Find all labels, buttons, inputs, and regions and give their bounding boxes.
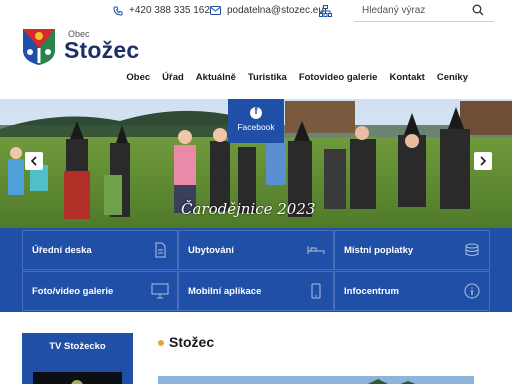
tv-thumbnail[interactable]	[33, 372, 122, 384]
site-name[interactable]: Stožec	[64, 37, 139, 64]
hero-caption: Čarodějnice 2023	[181, 200, 316, 218]
tile-mistni-poplatky[interactable]: Místní poplatky	[334, 230, 490, 270]
monitor-icon	[151, 283, 169, 299]
email-address: podatelna@stozec.eu	[227, 5, 324, 16]
tile-label: Foto/video galerie	[32, 285, 114, 297]
tile-label: Místní poplatky	[344, 244, 414, 256]
tile-infocentrum[interactable]: Infocentrum	[334, 271, 490, 311]
facebook-label: Facebook	[237, 122, 275, 132]
tile-foto-video-galerie[interactable]: Foto/video galerie	[22, 271, 178, 311]
phone-number: +420 388 335 162	[129, 5, 210, 16]
tile-ubytovani[interactable]: Ubytování	[178, 230, 334, 270]
top-bar: +420 388 335 162 podatelna@stozec.eu	[0, 0, 512, 22]
nav-item-fotovideo-galerie[interactable]: Fotovideo galerie	[293, 72, 384, 83]
tv-title: TV Stožecko	[49, 341, 106, 352]
coins-icon	[465, 243, 479, 256]
tile-label: Mobilní aplikace	[188, 285, 262, 297]
nav-item-kontakt[interactable]: Kontakt	[383, 72, 430, 83]
tile-mobilni-aplikace[interactable]: Mobilní aplikace	[178, 271, 334, 311]
tile-label: Infocentrum	[344, 285, 399, 297]
facebook-icon: f	[250, 106, 262, 119]
phone-icon	[113, 6, 123, 16]
chevron-left-icon	[30, 156, 37, 166]
document-icon	[155, 242, 166, 258]
phone-contact[interactable]: +420 388 335 162	[113, 5, 210, 16]
search-bar	[354, 0, 494, 22]
email-icon	[210, 6, 221, 15]
tile-label: Ubytování	[188, 244, 234, 256]
section-bullet	[158, 340, 164, 346]
info-icon	[464, 283, 480, 299]
chevron-right-icon	[480, 156, 487, 166]
nav-item-urad[interactable]: Úřad	[156, 72, 190, 83]
slider-next-button[interactable]	[474, 152, 492, 170]
nav-item-obec[interactable]: Obec	[120, 72, 156, 83]
tile-uredni-deska[interactable]: Úřední deska	[22, 230, 178, 270]
tile-label: Úřední deska	[32, 244, 92, 256]
search-input[interactable]	[362, 3, 462, 17]
phone-icon	[311, 283, 321, 299]
section-photo	[158, 376, 474, 384]
main-nav: Obec Úřad Aktuálně Turistika Fotovideo g…	[120, 72, 474, 83]
section-title: Stožec	[169, 334, 215, 350]
nav-item-ceniky[interactable]: Ceníky	[431, 72, 474, 83]
slider-prev-button[interactable]	[25, 152, 43, 170]
sitemap-icon[interactable]	[319, 5, 332, 17]
tv-stozecko-panel[interactable]: TV Stožecko	[22, 333, 133, 384]
nav-item-aktualne[interactable]: Aktuálně	[190, 72, 242, 83]
nav-item-turistika[interactable]: Turistika	[242, 72, 293, 83]
email-contact[interactable]: podatelna@stozec.eu	[210, 5, 324, 16]
search-icon[interactable]	[472, 4, 484, 16]
crest-icon[interactable]	[22, 28, 56, 66]
facebook-badge[interactable]: f Facebook	[228, 99, 284, 143]
bed-icon	[307, 246, 325, 254]
quick-links: Úřední deska Ubytování Místní poplatky F…	[0, 228, 512, 312]
